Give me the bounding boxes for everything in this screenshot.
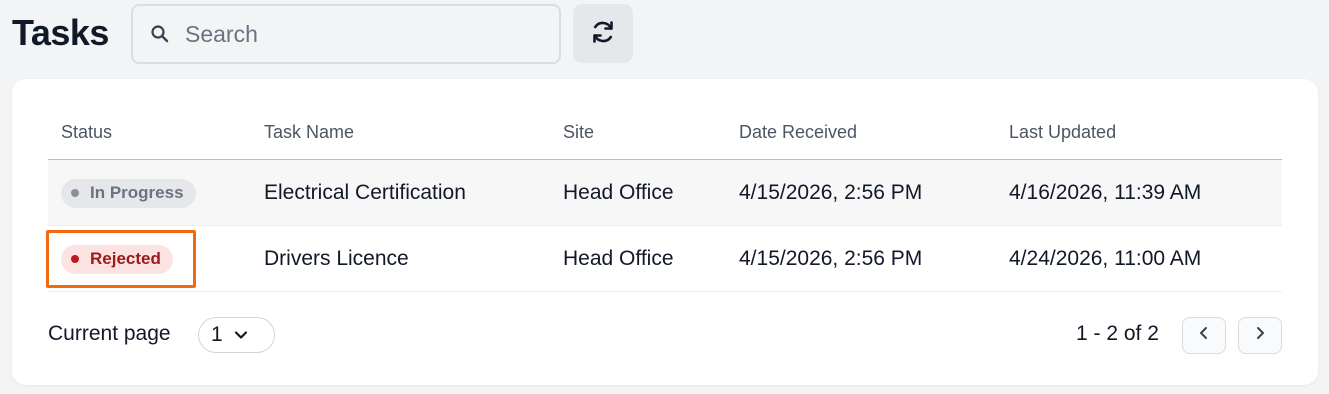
last-updated-cell: 4/16/2026, 11:39 AM	[1009, 181, 1202, 204]
page-title: Tasks	[12, 12, 109, 53]
date-received-cell: 4/15/2026, 2:56 PM	[739, 247, 923, 270]
status-label: Rejected	[90, 249, 161, 268]
last-updated-cell: 4/24/2026, 11:00 AM	[1009, 247, 1202, 270]
chevron-down-icon	[233, 327, 249, 343]
table-row[interactable]: Rejected Drivers Licence Head Office 4/1…	[46, 226, 1282, 292]
current-page-select[interactable]: 1	[198, 317, 275, 353]
refresh-button[interactable]	[573, 4, 633, 63]
status-cell: In Progress	[61, 160, 196, 226]
status-badge: In Progress	[61, 178, 196, 208]
date-received-cell: 4/15/2026, 2:56 PM	[739, 181, 923, 204]
site-cell: Head Office	[563, 247, 674, 270]
status-dot-icon	[71, 189, 79, 197]
column-header-site[interactable]: Site	[563, 122, 594, 143]
chevron-right-icon	[1253, 325, 1267, 346]
status-label: In Progress	[90, 183, 184, 202]
tasks-table-card: Status Task Name Site Date Received Last…	[12, 79, 1318, 385]
site-cell: Head Office	[563, 181, 674, 204]
task-name-cell: Electrical Certification	[264, 181, 466, 204]
chevron-left-icon	[1197, 325, 1211, 346]
status-dot-icon	[71, 255, 79, 263]
status-badge: Rejected	[61, 244, 173, 274]
search-box[interactable]	[131, 4, 561, 64]
table-row[interactable]: In Progress Electrical Certification Hea…	[48, 160, 1282, 226]
column-header-task-name[interactable]: Task Name	[264, 122, 354, 143]
next-page-button[interactable]	[1238, 317, 1282, 354]
status-cell: Rejected	[61, 226, 173, 292]
task-name-cell: Drivers Licence	[264, 247, 409, 270]
pagination-range: 1 - 2 of 2	[1076, 322, 1159, 345]
search-input[interactable]	[185, 6, 559, 62]
current-page-value: 1	[211, 323, 223, 346]
table-header: Status Task Name Site Date Received Last…	[48, 79, 1282, 160]
previous-page-button[interactable]	[1182, 317, 1226, 354]
column-header-last-updated[interactable]: Last Updated	[1009, 122, 1116, 143]
refresh-icon	[589, 18, 617, 49]
column-header-status[interactable]: Status	[61, 122, 112, 143]
search-icon	[149, 23, 171, 45]
current-page-label: Current page	[48, 322, 171, 345]
column-header-date-received[interactable]: Date Received	[739, 122, 857, 143]
